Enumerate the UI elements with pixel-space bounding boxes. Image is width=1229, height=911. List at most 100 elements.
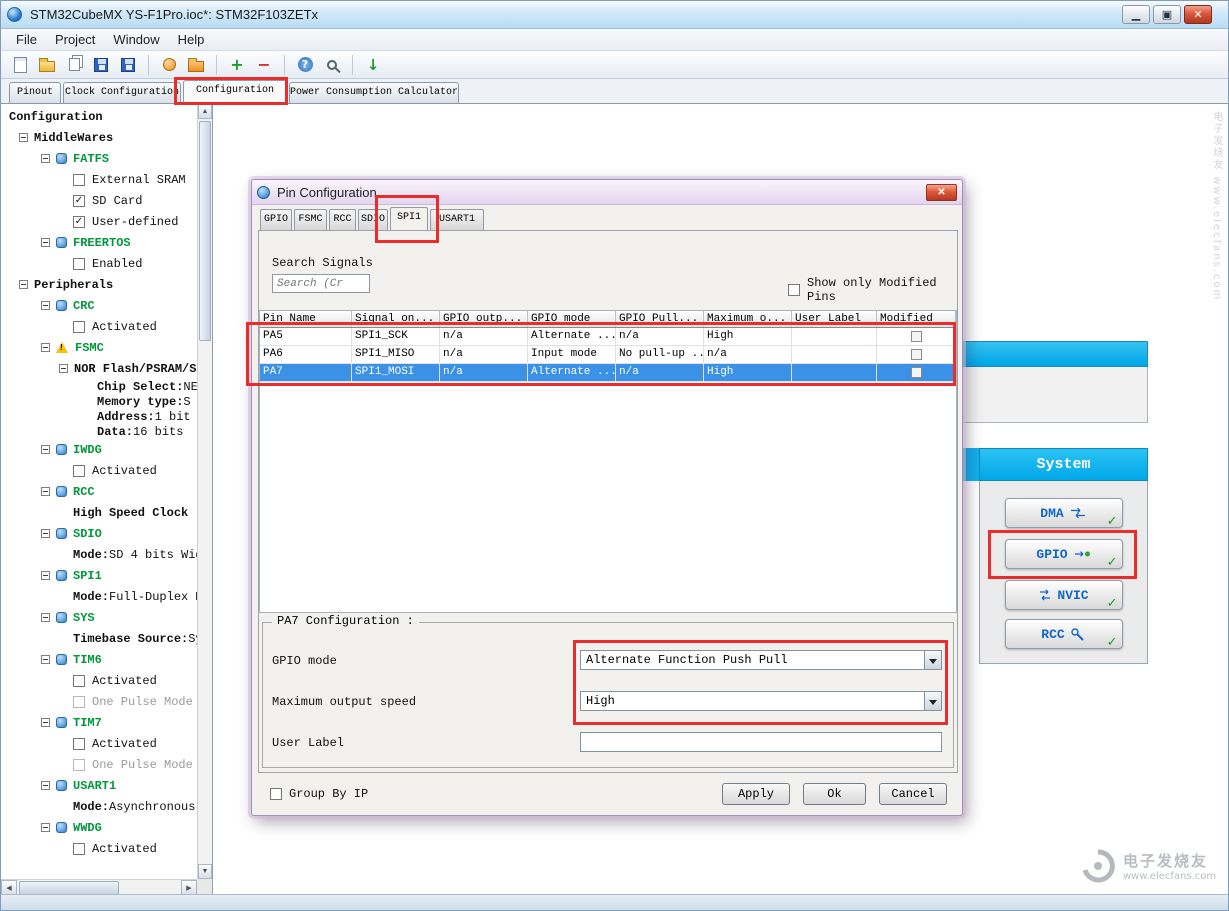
tree-item-tim7-activated[interactable]: Activated	[1, 733, 197, 754]
scrollbar-thumb[interactable]	[19, 881, 119, 895]
open-project-icon[interactable]	[37, 55, 57, 75]
column-header[interactable]: GPIO Pull...	[616, 311, 704, 327]
checkbox[interactable]: ✓	[73, 195, 85, 207]
tree-item-tim7[interactable]: TIM7	[1, 712, 197, 733]
minimize-button[interactable]: ▁	[1122, 5, 1150, 24]
tree-item-address[interactable]: Address:1 bit	[1, 409, 197, 424]
cancel-button[interactable]: Cancel	[879, 783, 947, 805]
checkbox[interactable]	[73, 738, 85, 750]
apply-button[interactable]: Apply	[722, 783, 790, 805]
tree-item-wwdg[interactable]: WWDG	[1, 817, 197, 838]
tree-item-configuration[interactable]: Configuration	[1, 106, 197, 127]
tree-item-crc-activated[interactable]: Activated	[1, 316, 197, 337]
collapse-icon[interactable]	[41, 781, 50, 790]
collapse-icon[interactable]	[41, 655, 50, 664]
menu-project[interactable]: Project	[46, 30, 104, 49]
help-icon[interactable]: ?	[295, 55, 315, 75]
tree-item-nor-flash[interactable]: NOR Flash/PSRAM/SRAM/RO	[1, 358, 197, 379]
dialog-tab-sdio[interactable]: SDIO	[358, 209, 388, 230]
collapse-icon[interactable]	[41, 445, 50, 454]
collapse-icon[interactable]	[41, 529, 50, 538]
load-project-icon[interactable]	[186, 55, 206, 75]
tree-item-sdio-mode[interactable]: Mode:SD 4 bits Wide bu	[1, 544, 197, 565]
column-header[interactable]: GPIO outp...	[440, 311, 528, 327]
checkbox[interactable]	[270, 788, 282, 800]
tree-item-sd-card[interactable]: ✓SD Card	[1, 190, 197, 211]
tab-power-consumption-calculator[interactable]: Power Consumption Calculator	[289, 82, 459, 103]
nvic-button[interactable]: NVIC ✓	[1005, 580, 1123, 610]
column-header[interactable]: GPIO mode	[528, 311, 616, 327]
tree-item-freertos[interactable]: FREERTOS	[1, 232, 197, 253]
chevron-down-icon[interactable]	[924, 692, 941, 710]
tree-item-user-defined[interactable]: ✓User-defined	[1, 211, 197, 232]
column-header[interactable]: Modified	[877, 311, 956, 327]
checkbox[interactable]	[73, 843, 85, 855]
tree-item-crc[interactable]: CRC	[1, 295, 197, 316]
tab-clock-configuration[interactable]: Clock Configuration	[63, 82, 181, 103]
tree-item-spi1[interactable]: SPI1	[1, 565, 197, 586]
collapse-icon[interactable]	[41, 238, 50, 247]
tree-item-memory-type[interactable]: Memory type:S	[1, 394, 197, 409]
tree-item-rcc[interactable]: RCC	[1, 481, 197, 502]
collapse-icon[interactable]	[41, 613, 50, 622]
column-header[interactable]: User Label	[792, 311, 877, 327]
user-label-input[interactable]	[580, 732, 942, 752]
tree-item-tim6[interactable]: TIM6	[1, 649, 197, 670]
column-header[interactable]: Maximum o...	[704, 311, 792, 327]
tree-item-high-speed-clock[interactable]: High Speed Clock (HS	[1, 502, 197, 523]
tree-item-fatfs[interactable]: FATFS	[1, 148, 197, 169]
dialog-tab-gpio[interactable]: GPIO	[260, 209, 292, 230]
menu-help[interactable]: Help	[169, 30, 214, 49]
checkbox[interactable]	[73, 675, 85, 687]
gpio-mode-dropdown[interactable]: Alternate Function Push Pull	[580, 650, 942, 670]
new-project-icon[interactable]	[10, 55, 30, 75]
tree-item-chip-select[interactable]: Chip Select:NE	[1, 379, 197, 394]
collapse-icon[interactable]	[41, 154, 50, 163]
ok-button[interactable]: Ok	[803, 783, 866, 805]
tree-item-fsmc[interactable]: FSMC	[1, 337, 197, 358]
modified-checkbox[interactable]	[911, 349, 922, 360]
tree-item-timebase-source[interactable]: Timebase Source:SysT	[1, 628, 197, 649]
checkbox[interactable]	[73, 174, 85, 186]
generate-code-icon[interactable]: ↓	[363, 55, 383, 75]
gpio-button[interactable]: GPIO ✓	[1005, 539, 1123, 569]
group-by-ip-checkbox[interactable]: Group By IP	[270, 787, 368, 801]
collapse-icon[interactable]	[59, 364, 68, 373]
tab-configuration[interactable]: Configuration	[183, 80, 287, 104]
dma-button[interactable]: DMA ✓	[1005, 498, 1123, 528]
save-as-icon[interactable]	[118, 55, 138, 75]
checkbox[interactable]	[73, 696, 85, 708]
collapse-icon[interactable]	[41, 823, 50, 832]
dialog-tab-rcc[interactable]: RCC	[329, 209, 356, 230]
scrollbar-thumb[interactable]	[199, 121, 211, 341]
menu-window[interactable]: Window	[104, 30, 168, 49]
checkbox[interactable]	[73, 465, 85, 477]
update-icon[interactable]	[159, 55, 179, 75]
tree-item-usart1[interactable]: USART1	[1, 775, 197, 796]
tree-item-enabled[interactable]: Enabled	[1, 253, 197, 274]
tree-item-external-sram[interactable]: External SRAM	[1, 169, 197, 190]
tree-item-data[interactable]: Data:16 bits	[1, 424, 197, 439]
tree-item-wwdg-activated[interactable]: Activated	[1, 838, 197, 859]
tree-vertical-scrollbar[interactable]: ▲ ▼	[197, 104, 212, 879]
maximum-output-speed-dropdown[interactable]: High	[580, 691, 942, 711]
table-row-pa6[interactable]: PA6 SPI1_MISO n/a Input mode No pull-up …	[260, 346, 956, 364]
close-button[interactable]: ✕	[1184, 5, 1212, 24]
show-modified-pins-checkbox[interactable]: Show only Modified Pins	[788, 276, 962, 304]
modified-checkbox[interactable]	[911, 367, 922, 378]
table-row-pa7-selected[interactable]: PA7 SPI1_MOSI n/a Alternate ... n/a High	[260, 364, 956, 382]
tree-item-usart1-mode[interactable]: Mode:Asynchronous	[1, 796, 197, 817]
copy-icon[interactable]	[64, 55, 84, 75]
column-header[interactable]: Pin Name	[260, 311, 352, 327]
tree-item-tim6-activated[interactable]: Activated	[1, 670, 197, 691]
checkbox[interactable]: ✓	[73, 216, 85, 228]
scroll-up-icon[interactable]: ▲	[198, 104, 212, 119]
collapse-icon[interactable]	[41, 718, 50, 727]
table-row-pa5[interactable]: PA5 SPI1_SCK n/a Alternate ... n/a High	[260, 328, 956, 346]
checkbox[interactable]	[73, 258, 85, 270]
tab-pinout[interactable]: Pinout	[9, 82, 61, 103]
checkbox[interactable]	[73, 321, 85, 333]
checkbox[interactable]	[73, 759, 85, 771]
maximize-button[interactable]: ▣	[1153, 5, 1181, 24]
column-header[interactable]: Signal on...	[352, 311, 440, 327]
